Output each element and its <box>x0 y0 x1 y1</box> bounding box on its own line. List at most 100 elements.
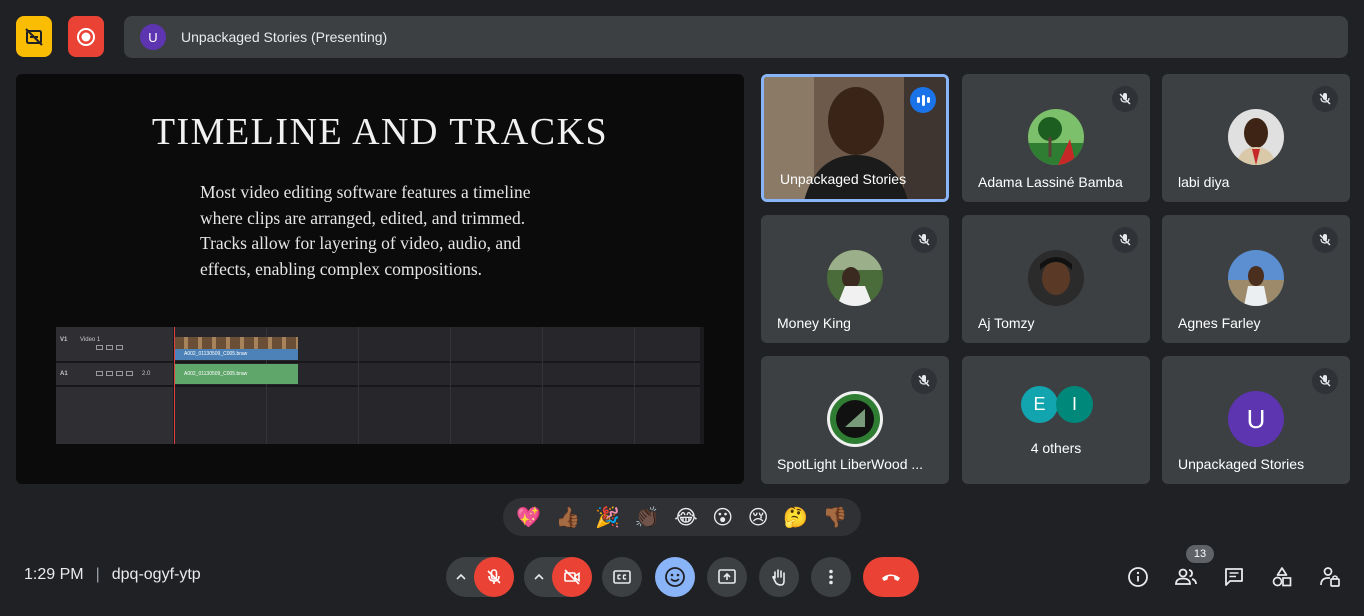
avatar: E <box>1021 386 1058 423</box>
reaction-thinking[interactable]: 🤔 <box>783 505 808 529</box>
reaction-thumbs-up[interactable]: 👍🏾 <box>556 505 581 529</box>
video-track-header: V1 Video 1 <box>60 337 101 343</box>
speaking-indicator <box>910 87 936 113</box>
video-clip: A002_01130509_C005.braw <box>174 349 298 360</box>
chevron-up-icon[interactable] <box>454 570 468 584</box>
others-tile[interactable]: E I 4 others <box>962 356 1150 484</box>
reactions-bar: 💖 👍🏾 🎉 👏🏿 😂 😮 😢 🤔 👎🏾 <box>503 498 861 536</box>
mic-off-icon <box>1312 86 1338 112</box>
captions-off-button[interactable] <box>16 16 52 57</box>
avatar: U <box>1228 391 1284 447</box>
others-label: 4 others <box>1030 440 1082 456</box>
presenting-banner[interactable]: U Unpackaged Stories (Presenting) <box>124 16 1348 58</box>
reaction-thumbs-down[interactable]: 👎🏾 <box>823 505 848 529</box>
avatar <box>1028 250 1084 306</box>
reaction-party-popper[interactable]: 🎉 <box>595 505 620 529</box>
raise-hand-button[interactable] <box>759 557 799 597</box>
avatar <box>827 250 883 306</box>
participant-tile[interactable]: SpotLight LiberWood ... <box>761 356 949 484</box>
avatar: I <box>1056 386 1093 423</box>
audio-clip: A002_01130509_C005.braw <box>174 364 298 384</box>
participant-name: Unpackaged Stories <box>780 171 907 187</box>
more-options-button[interactable] <box>811 557 851 597</box>
captions-off-icon <box>25 27 43 46</box>
camera-toggle-button[interactable] <box>552 557 592 597</box>
meeting-info: 1:29 PM | dpq-ogyf-ytp <box>24 566 201 584</box>
avatar <box>1228 109 1284 165</box>
mic-off-icon <box>1312 368 1338 394</box>
video-clip-thumbnails <box>174 337 298 349</box>
recording-button[interactable] <box>68 16 104 57</box>
host-controls-button[interactable] <box>1315 562 1345 592</box>
participant-tile[interactable]: labi diya <box>1162 74 1350 202</box>
people-count-badge: 13 <box>1186 545 1214 563</box>
chat-button[interactable] <box>1219 562 1249 592</box>
microphone-control <box>446 557 514 597</box>
slide-title: TIMELINE AND TRACKS <box>151 111 609 153</box>
reaction-laughing[interactable]: 😂 <box>674 505 697 529</box>
playhead <box>174 327 175 444</box>
mic-off-icon <box>1112 86 1138 112</box>
divider: | <box>95 566 100 583</box>
participant-tile[interactable]: Agnes Farley <box>1162 215 1350 343</box>
avatar <box>827 391 883 447</box>
participant-tile[interactable]: U Unpackaged Stories <box>1162 356 1350 484</box>
meeting-details-button[interactable] <box>1123 562 1153 592</box>
reaction-surprised[interactable]: 😮 <box>712 505 733 529</box>
mic-off-icon <box>487 569 501 584</box>
participant-name: labi diya <box>1178 174 1230 190</box>
hand-icon <box>772 569 785 586</box>
camera-control <box>524 557 592 597</box>
closed-captions-icon <box>613 570 631 584</box>
video-track-icons <box>56 345 174 350</box>
record-icon <box>77 27 95 46</box>
reactions-button[interactable] <box>655 557 695 597</box>
presenting-label: Unpackaged Stories (Presenting) <box>181 29 388 45</box>
mic-off-icon <box>911 227 937 253</box>
track-divider <box>56 385 704 387</box>
reaction-crying[interactable]: 😢 <box>748 505 769 529</box>
avatar <box>1028 109 1084 165</box>
leave-call-button[interactable] <box>863 557 919 597</box>
chat-icon <box>1225 568 1243 586</box>
participant-name: Adama Lassiné Bamba <box>978 174 1123 190</box>
people-button[interactable] <box>1171 562 1201 592</box>
present-screen-icon <box>718 569 736 584</box>
editor-timeline: V1 Video 1 A1 2.0 A002_01130509_C005.bra… <box>56 327 704 444</box>
participant-name: Agnes Farley <box>1178 315 1261 331</box>
emoji-icon <box>665 567 685 587</box>
info-icon <box>1128 567 1148 587</box>
camera-off-icon <box>564 569 580 585</box>
slide-body: Most video editing software features a t… <box>200 182 531 279</box>
participant-name: Aj Tomzy <box>978 315 1035 331</box>
participant-name: Money King <box>777 315 851 331</box>
activities-button[interactable] <box>1267 562 1297 592</box>
lock-person-icon <box>1320 567 1340 587</box>
presenter-avatar: U <box>140 24 166 50</box>
present-now-button[interactable] <box>707 557 747 597</box>
clock: 1:29 PM <box>24 566 84 583</box>
more-vert-icon <box>829 569 833 585</box>
participant-tile[interactable]: Unpackaged Stories <box>761 74 949 202</box>
others-avatars: E I <box>1021 386 1093 423</box>
hang-up-icon <box>882 574 900 581</box>
mic-off-icon <box>1112 227 1138 253</box>
mic-off-icon <box>911 368 937 394</box>
reaction-clapping[interactable]: 👏🏿 <box>635 505 660 529</box>
participant-tile[interactable]: Aj Tomzy <box>962 215 1150 343</box>
captions-button[interactable] <box>602 557 642 597</box>
participant-tile[interactable]: Adama Lassiné Bamba <box>962 74 1150 202</box>
avatar <box>1228 250 1284 306</box>
participant-tile[interactable]: Money King <box>761 215 949 343</box>
meeting-code: dpq-ogyf-ytp <box>111 566 201 583</box>
chevron-up-icon[interactable] <box>532 570 546 584</box>
presentation-stage: TIMELINE AND TRACKS Most video editing s… <box>16 74 744 484</box>
reaction-sparkling-heart[interactable]: 💖 <box>516 505 541 529</box>
participant-name: SpotLight LiberWood ... <box>777 456 924 472</box>
audio-track-header: A1 2.0 <box>60 371 151 377</box>
mic-toggle-button[interactable] <box>474 557 514 597</box>
mic-off-icon <box>1312 227 1338 253</box>
participant-name: Unpackaged Stories <box>1178 456 1305 472</box>
track-divider <box>56 361 704 363</box>
people-icon <box>1175 568 1197 585</box>
